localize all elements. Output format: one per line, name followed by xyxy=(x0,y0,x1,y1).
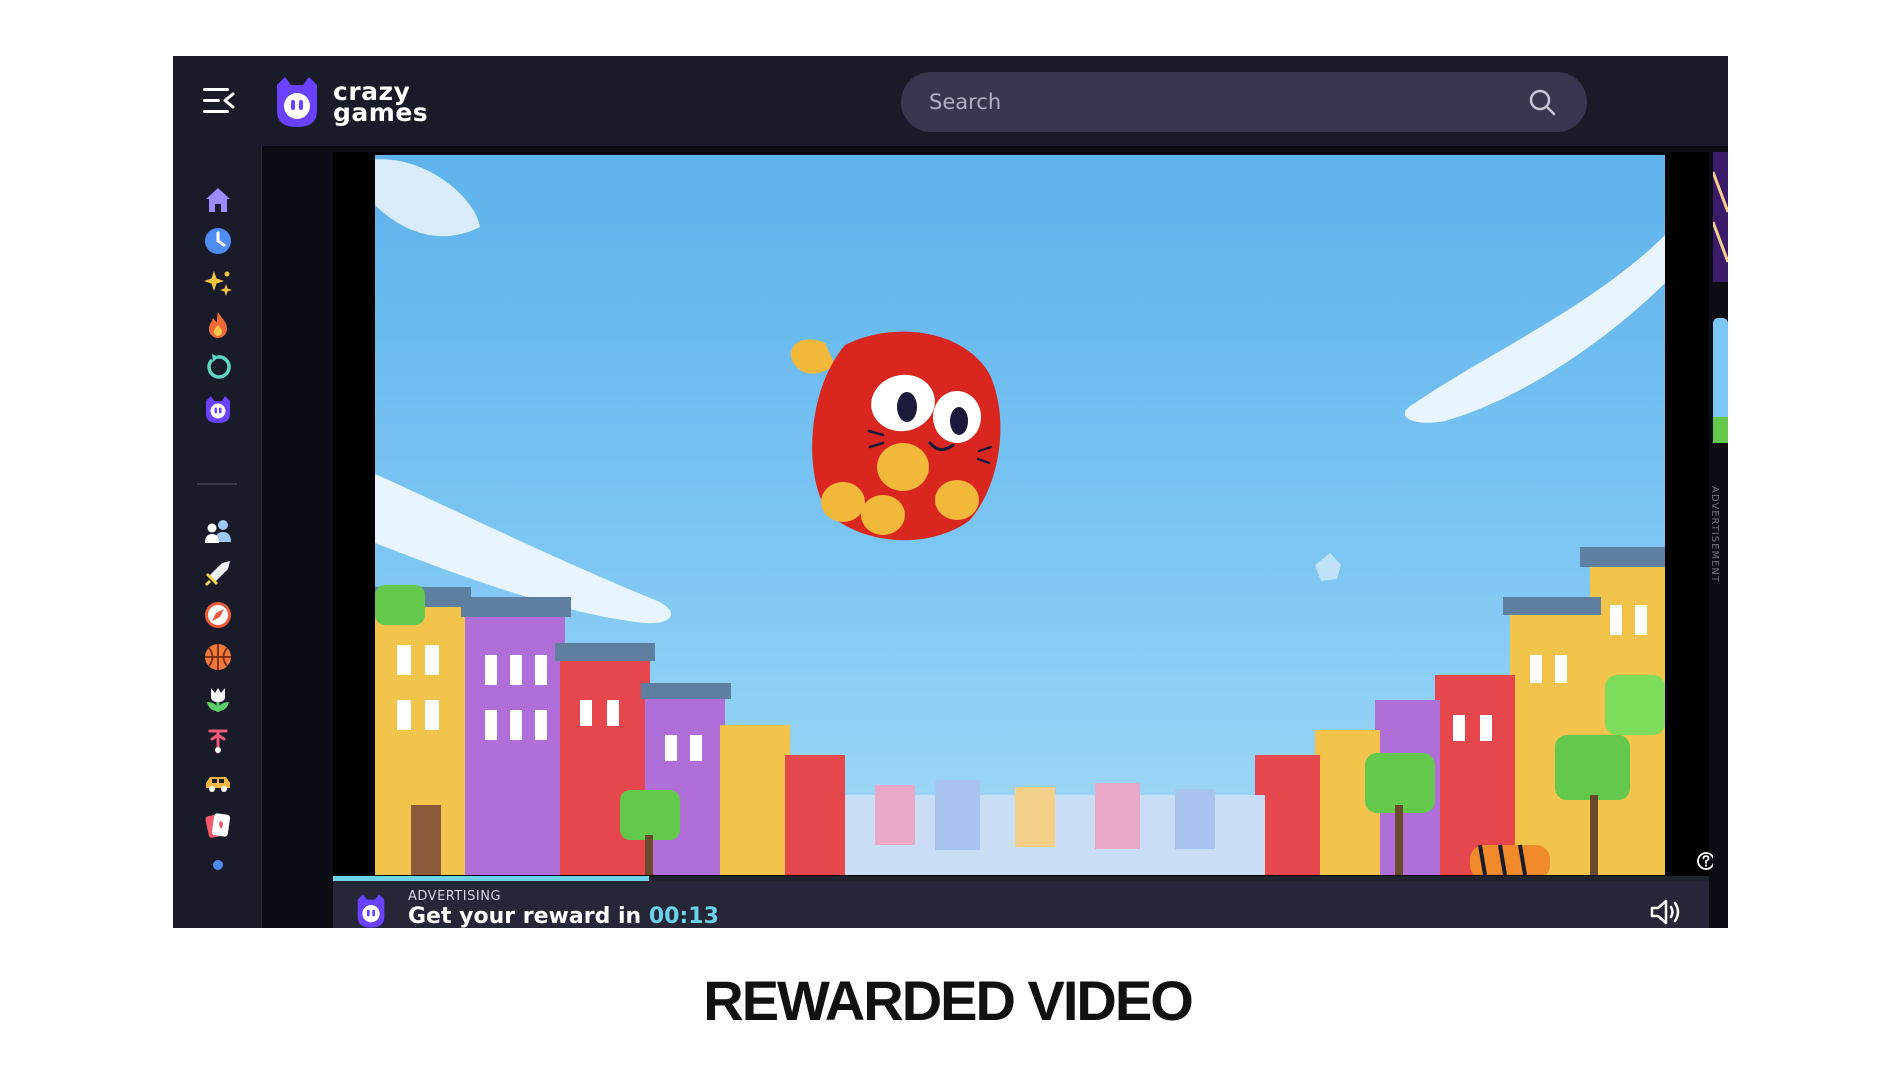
sidebar-item-card[interactable] xyxy=(203,810,233,840)
home-icon xyxy=(206,188,230,212)
refresh-icon xyxy=(207,354,231,379)
video-ad-player: ADVERTISING Get your reward in 00:13 xyxy=(333,152,1715,928)
sidebar xyxy=(173,146,262,928)
cloud-shape xyxy=(375,159,480,237)
left-buildings xyxy=(375,587,845,875)
right-buildings xyxy=(1255,547,1665,875)
logo-text-line2: games xyxy=(333,98,429,127)
mascot-character xyxy=(790,331,1001,541)
ad-info-bar: ADVERTISING Get your reward in 00:13 xyxy=(333,881,1709,928)
sidebar-item-car[interactable] xyxy=(203,768,233,798)
volume-button[interactable] xyxy=(1649,897,1685,927)
crazygames-logo[interactable]: crazy games xyxy=(273,74,428,130)
top-navigation-bar: crazy games xyxy=(173,56,1728,146)
advertising-label: ADVERTISING xyxy=(408,889,502,904)
clock-icon xyxy=(205,228,231,254)
sidebar-item-updated[interactable] xyxy=(203,352,233,382)
car-icon xyxy=(206,777,230,792)
pin-icon xyxy=(213,860,223,870)
crazygames-icon xyxy=(206,396,230,423)
bicycle-icon xyxy=(208,729,228,754)
crazygames-logo-icon xyxy=(357,894,385,928)
sidebar-item-originals[interactable] xyxy=(203,394,233,424)
search-input[interactable] xyxy=(927,89,1527,115)
star-sparkle xyxy=(1315,553,1341,581)
speaker-icon xyxy=(1650,899,1680,925)
distant-city xyxy=(845,780,1265,875)
basketball-icon xyxy=(205,644,231,670)
reward-text: Get your reward in xyxy=(408,904,642,928)
sidebar-item-basketball[interactable] xyxy=(203,642,233,672)
sidebar-item-action[interactable] xyxy=(203,558,233,588)
sword-icon xyxy=(205,561,230,586)
search-bar[interactable] xyxy=(901,72,1587,132)
sparkles-icon xyxy=(204,271,232,296)
advertisement-label: ADVERTISEMENT xyxy=(1709,486,1720,584)
ad-video-scene xyxy=(375,159,1665,875)
menu-toggle-button[interactable] xyxy=(203,86,235,116)
compass-icon xyxy=(205,602,231,628)
sidebar-item-new[interactable] xyxy=(203,268,233,298)
cards-icon xyxy=(205,813,231,838)
logo-wordmark: crazy games xyxy=(333,79,429,127)
sidebar-item-home[interactable] xyxy=(203,185,233,215)
browser-window: crazy games Search ADVERTISING Get your … xyxy=(173,56,1728,928)
sidebar-item-trending[interactable] xyxy=(203,310,233,340)
reward-countdown-text: Get your reward in 00:13 xyxy=(408,904,719,928)
sidebar-item-adventure[interactable] xyxy=(203,600,233,630)
tiger-character xyxy=(1470,844,1550,875)
sidebar-item-bike[interactable] xyxy=(203,726,233,756)
menu-collapse-icon xyxy=(203,88,235,113)
sidebar-item-multiplayer[interactable] xyxy=(203,516,233,546)
fire-icon xyxy=(209,312,227,338)
people-icon xyxy=(205,520,231,543)
crazygames-logo-icon xyxy=(277,77,317,127)
rewarded-video-frame[interactable] xyxy=(375,155,1665,875)
caption-text: REWARDED VIDEO xyxy=(703,969,1194,1032)
sidebar-item-recent[interactable] xyxy=(203,226,233,256)
sidebar-divider xyxy=(197,483,237,485)
countdown-timer: 00:13 xyxy=(648,904,719,928)
sidebar-item-casual[interactable] xyxy=(203,684,233,714)
cloud-shape xyxy=(1404,235,1665,423)
flower-icon xyxy=(207,688,229,712)
search-icon[interactable] xyxy=(1527,87,1557,117)
sidebar-item-more[interactable] xyxy=(203,852,233,882)
